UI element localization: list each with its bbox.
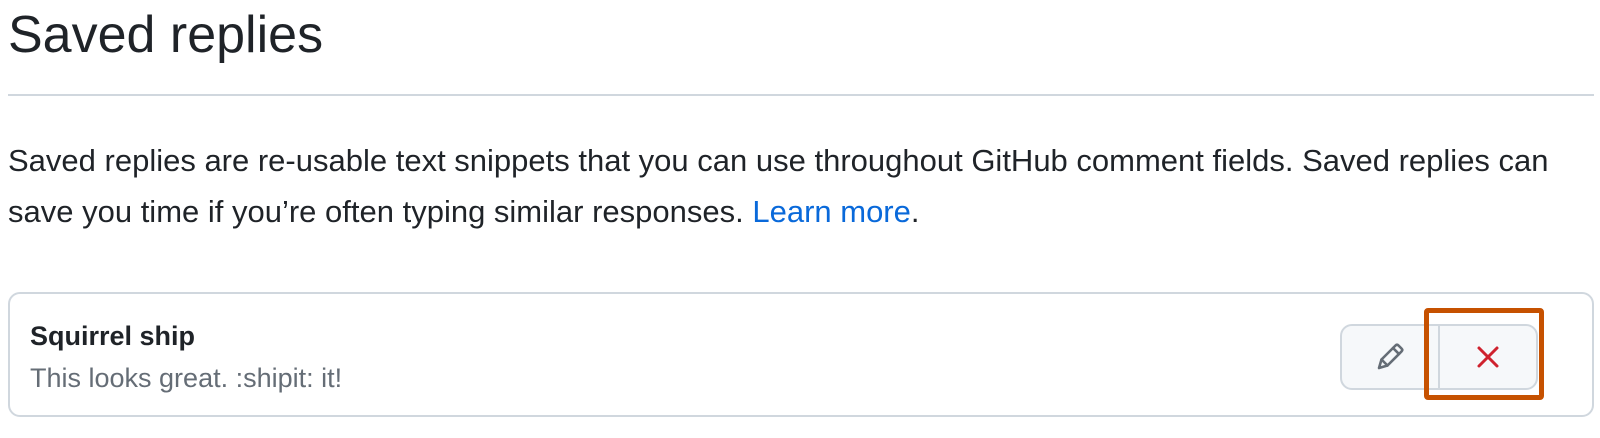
page-title: Saved replies bbox=[8, 6, 324, 64]
saved-reply-item: Squirrel ship This looks great. :shipit:… bbox=[10, 294, 1592, 415]
saved-replies-description: Saved replies are re-usable text snippet… bbox=[8, 135, 1588, 237]
x-icon bbox=[1477, 346, 1499, 368]
saved-replies-page: Saved replies Saved replies are re-usabl… bbox=[8, 0, 1594, 438]
saved-reply-actions bbox=[1340, 324, 1538, 390]
title-divider bbox=[8, 94, 1594, 96]
pencil-icon bbox=[1377, 343, 1404, 370]
edit-saved-reply-button[interactable] bbox=[1342, 326, 1440, 388]
saved-reply-title: Squirrel ship bbox=[30, 321, 196, 351]
delete-saved-reply-button[interactable] bbox=[1440, 326, 1536, 388]
saved-reply-body: This looks great. :shipit: it! bbox=[30, 363, 343, 393]
description-period: . bbox=[910, 194, 920, 229]
learn-more-link[interactable]: Learn more bbox=[752, 194, 911, 229]
saved-replies-list: Squirrel ship This looks great. :shipit:… bbox=[8, 292, 1594, 417]
